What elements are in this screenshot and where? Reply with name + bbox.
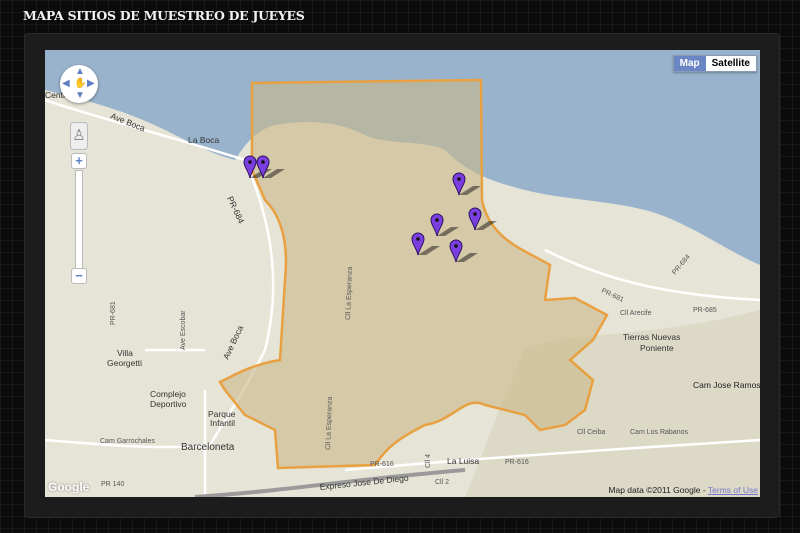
map-type-control: Map Satellite <box>672 55 757 72</box>
pan-control[interactable]: ▲ ▼ ◀ ▶ ✋ <box>60 65 98 103</box>
page-title: MAPA SITIOS DE MUESTREO DE JUEYES <box>23 8 305 23</box>
pan-right-icon[interactable]: ▶ <box>87 79 95 89</box>
map-type-satellite-button[interactable]: Satellite <box>705 56 756 71</box>
svg-text:Cam Los Rabanos: Cam Los Rabanos <box>630 429 688 436</box>
svg-text:Villa: Villa <box>117 348 133 358</box>
svg-text:Cam Garrochales: Cam Garrochales <box>100 438 155 445</box>
svg-text:PR-684: PR-684 <box>225 195 246 226</box>
svg-text:PR-684: PR-684 <box>671 254 692 277</box>
pan-left-icon[interactable]: ◀ <box>62 79 70 89</box>
map-type-map-button[interactable]: Map <box>673 56 706 71</box>
google-logo: Google <box>48 480 90 494</box>
marker-dot <box>416 237 420 241</box>
map-data-text: Map data ©2011 Google <box>608 485 701 495</box>
hand-icon: ✋ <box>74 78 87 89</box>
svg-text:Infantil: Infantil <box>210 418 235 428</box>
svg-text:Ave Boca: Ave Boca <box>221 324 245 361</box>
svg-text:PR-681: PR-681 <box>600 287 625 303</box>
marker-dot <box>248 160 252 164</box>
svg-text:Ave Escobar: Ave Escobar <box>180 310 187 350</box>
marker-dot <box>457 177 461 181</box>
map[interactable]: Centro Ave Boca La Boca PR-684 PR-681 Av… <box>45 50 760 497</box>
svg-text:Cll 4: Cll 4 <box>425 454 432 468</box>
attribution: Map data ©2011 Google - Terms of Use <box>608 485 758 495</box>
svg-text:PR-616: PR-616 <box>505 459 529 466</box>
zoom-out-button[interactable]: − <box>71 268 87 284</box>
marker-dot <box>473 212 477 216</box>
label-cam-jose-ramos: Cam Jose Ramos <box>693 380 760 390</box>
svg-text:PR-616: PR-616 <box>370 461 394 468</box>
svg-text:La Boca: La Boca <box>188 135 219 145</box>
svg-text:Cll 2: Cll 2 <box>435 479 449 486</box>
svg-text:PR 140: PR 140 <box>101 481 124 488</box>
svg-text:Expreso Jose De Diego: Expreso Jose De Diego <box>319 473 409 492</box>
pegman-icon[interactable]: ♙ <box>70 122 88 150</box>
svg-text:Complejo: Complejo <box>150 389 186 399</box>
map-canvas[interactable]: Centro Ave Boca La Boca PR-684 PR-681 Av… <box>45 50 760 497</box>
svg-text:PR-681: PR-681 <box>110 301 117 325</box>
terms-of-use-link[interactable]: Terms of Use <box>708 485 758 495</box>
marker-dot <box>261 160 265 164</box>
svg-text:Tierras Nuevas: Tierras Nuevas <box>623 332 680 342</box>
marker-dot <box>435 218 439 222</box>
svg-text:Barceloneta: Barceloneta <box>181 442 235 453</box>
marker-dot <box>454 244 458 248</box>
svg-text:Cll Arecife: Cll Arecife <box>620 310 652 317</box>
svg-text:Georgetti: Georgetti <box>107 358 142 368</box>
pan-up-icon[interactable]: ▲ <box>75 67 85 77</box>
svg-text:La Luisa: La Luisa <box>447 456 479 466</box>
zoom-in-button[interactable]: + <box>71 153 87 169</box>
pan-down-icon[interactable]: ▼ <box>75 91 85 101</box>
zoom-slider[interactable] <box>75 170 83 272</box>
svg-text:Poniente: Poniente <box>640 343 674 353</box>
svg-text:Deportivo: Deportivo <box>150 399 187 409</box>
svg-text:PR-685: PR-685 <box>693 307 717 314</box>
svg-text:Cll Ceiba: Cll Ceiba <box>577 429 606 436</box>
